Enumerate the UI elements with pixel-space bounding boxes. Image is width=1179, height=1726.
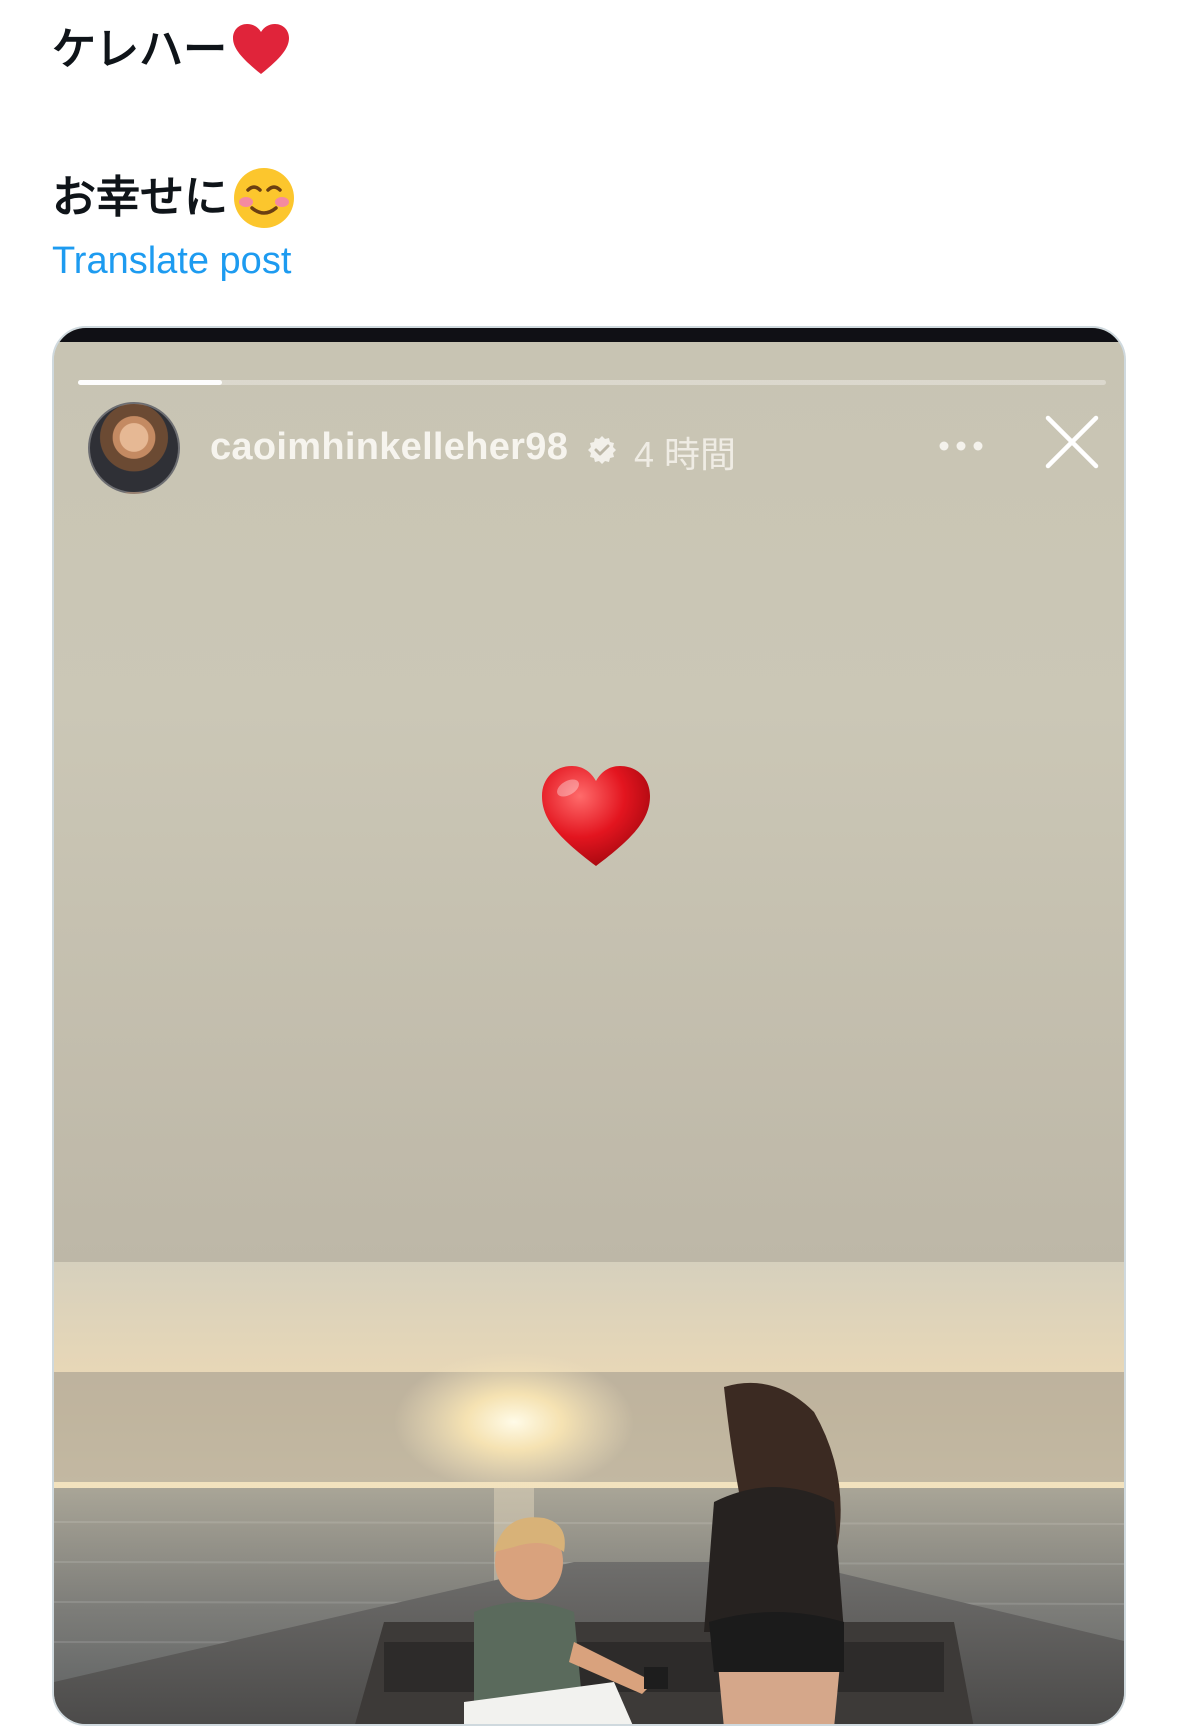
heart-sticker-icon — [542, 766, 650, 866]
post-line-2-text: お幸せに — [52, 173, 228, 222]
story-time: 4 時間 — [634, 434, 737, 475]
translate-post-link[interactable]: Translate post — [52, 240, 291, 283]
close-icon[interactable] — [1042, 412, 1102, 472]
verified-badge-icon — [588, 436, 616, 464]
red-heart-icon — [233, 24, 290, 74]
media-top-strip — [54, 328, 1124, 342]
smiling-face-icon — [234, 168, 294, 228]
sunset-boat-scene — [54, 1262, 1124, 1724]
story-progress-bar — [78, 380, 1106, 385]
proposal-photo — [54, 1262, 1124, 1724]
avatar[interactable] — [88, 402, 180, 494]
post-line-1: ケレハー — [52, 20, 296, 80]
story-progress-fill — [78, 380, 222, 385]
post-line-1-text: ケレハー — [52, 25, 228, 74]
post-text: ケレハー お幸せに — [52, 14, 296, 230]
story-username[interactable]: caoimhinkelleher98 — [210, 426, 568, 469]
story-frame: caoimhinkelleher98 4 時間 — [54, 342, 1124, 1262]
story-screenshot-media[interactable]: caoimhinkelleher98 4 時間 — [52, 326, 1126, 1726]
more-options-icon[interactable] — [934, 426, 988, 466]
post-line-2: お幸せに — [52, 166, 296, 230]
